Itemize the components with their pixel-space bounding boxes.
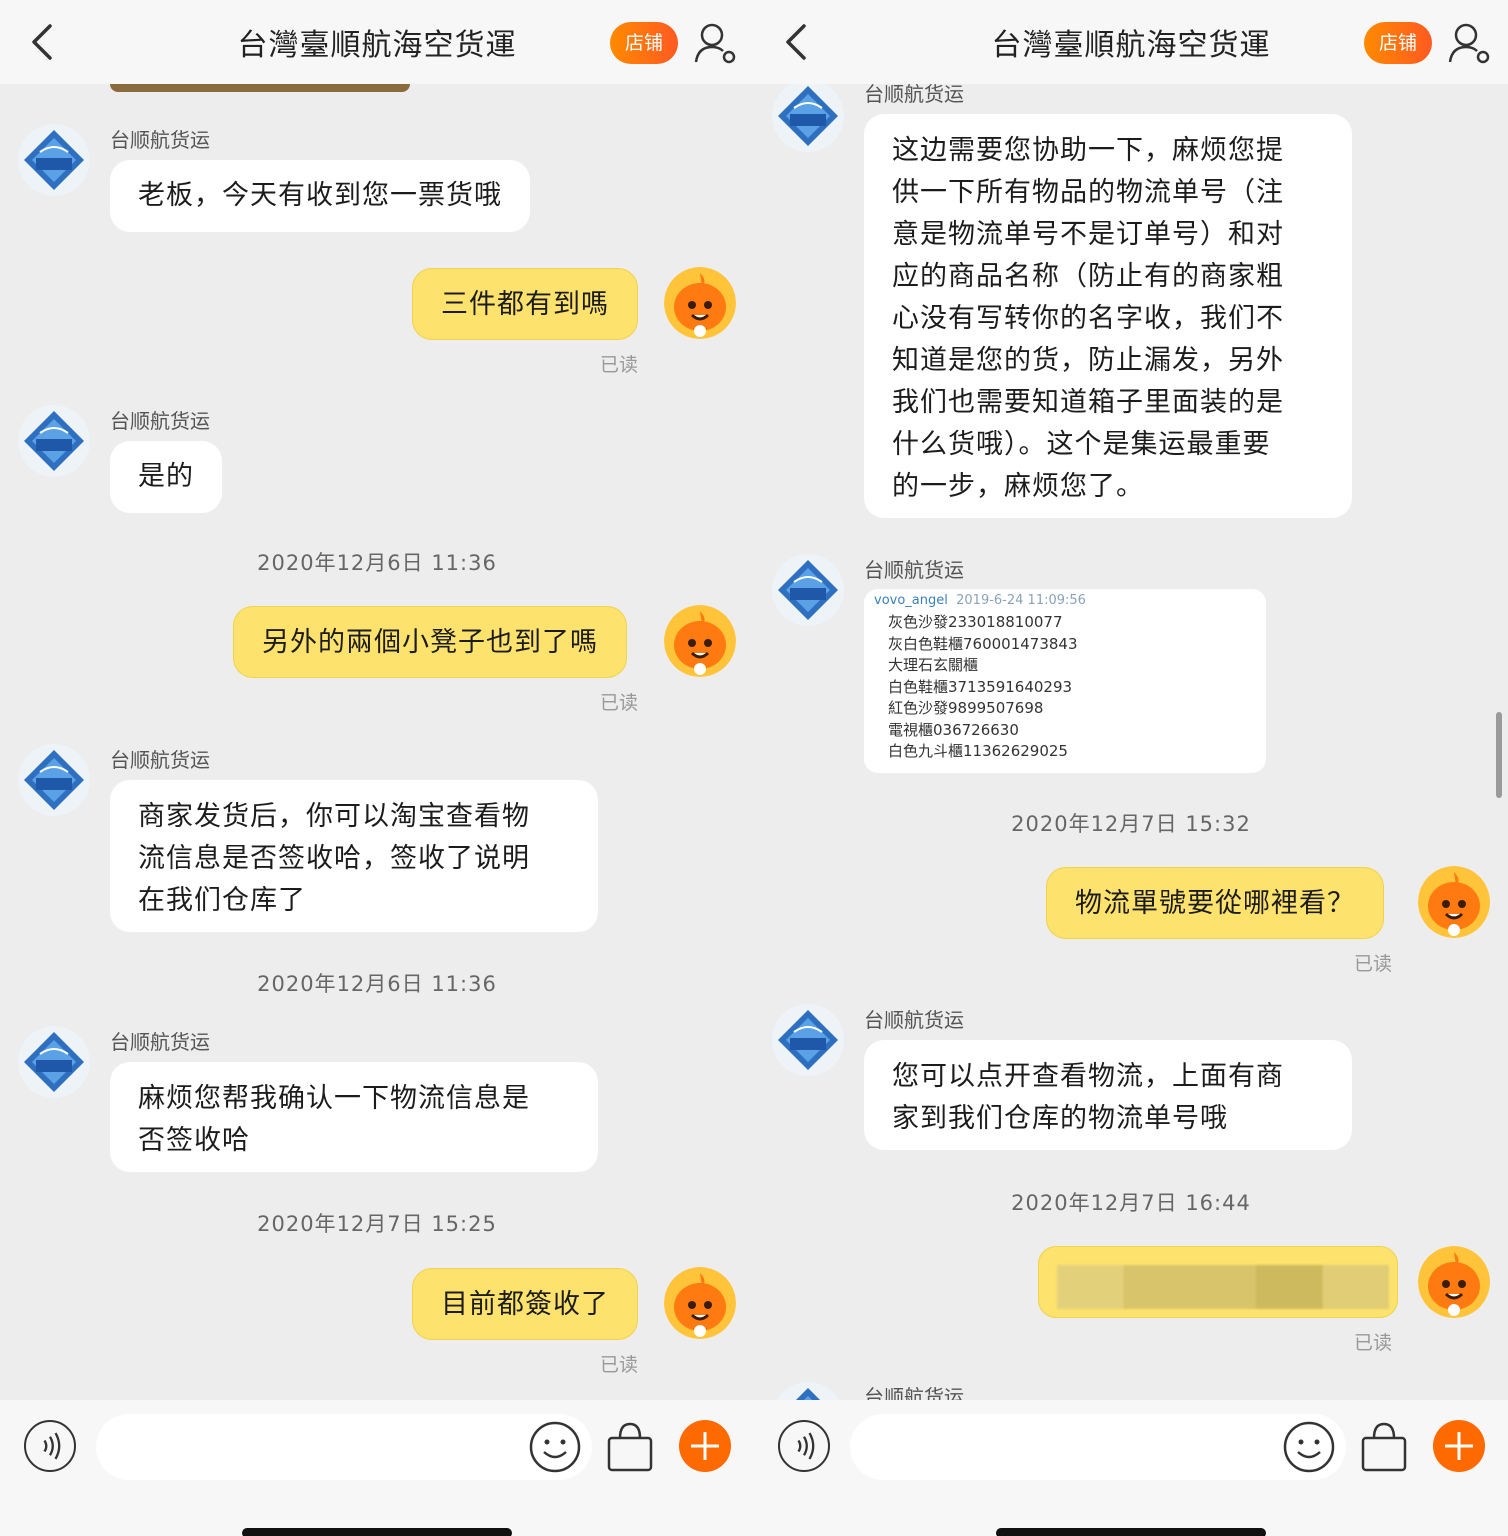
- mascot-avatar[interactable]: [1418, 866, 1490, 938]
- image-line: 灰色沙發233018810077: [888, 613, 1063, 631]
- header: 台灣臺順航海空货運 店铺: [0, 0, 754, 84]
- message-input[interactable]: [850, 1414, 1346, 1480]
- incoming-bubble[interactable]: 您可以点开查看物流，上面有商 家到我们仓库的物流单号哦: [864, 1040, 1352, 1150]
- sender-name: 台顺航货运: [864, 1385, 964, 1400]
- image-line: 白色九斗櫃11362629025: [888, 742, 1068, 760]
- message-list[interactable]: 台顺航货运 这边需要您协助一下，麻烦您提 供一下所有物品的物流单号（注 意是物流…: [754, 84, 1508, 1400]
- timestamp: 2020年12月6日 11:36: [257, 972, 497, 996]
- bag-icon[interactable]: [604, 1420, 656, 1474]
- plus-icon[interactable]: [679, 1420, 731, 1472]
- plus-icon[interactable]: [1433, 1420, 1485, 1472]
- read-status: 已读: [600, 692, 639, 714]
- sender-name: 台顺航货运: [864, 558, 964, 582]
- redacted-content: [1057, 1265, 1389, 1309]
- logo-avatar[interactable]: [772, 1382, 844, 1400]
- image-line: 白色鞋櫃3713591640293: [888, 677, 1073, 696]
- timestamp: 2020年12月7日 16:44: [1011, 1191, 1251, 1215]
- sender-name: 台顺航货运: [110, 748, 210, 772]
- image-line: 大理石玄關櫃: [888, 656, 979, 674]
- message-line: 这边需要您协助一下，麻烦您提: [892, 135, 1284, 166]
- image-message[interactable]: vovo_angel 2019-6-24 11:09:56 灰色沙發233018…: [864, 589, 1266, 773]
- input-bar: [0, 1400, 754, 1536]
- voice-icon[interactable]: [778, 1420, 830, 1472]
- incoming-bubble[interactable]: 这边需要您协助一下，麻烦您提 供一下所有物品的物流单号（注 意是物流单号不是订单…: [864, 114, 1352, 518]
- message-line: 心没有写转你的名字收，我们不: [892, 303, 1284, 334]
- read-status: 已读: [600, 1354, 639, 1376]
- timestamp: 2020年12月6日 11:36: [257, 551, 497, 575]
- message-list[interactable]: 台顺航货运 老板，今天有收到您一票货哦 三件都有到嗎 已读 台顺航货运 是的 2…: [0, 84, 754, 1400]
- header: 台灣臺順航海空货運 店铺: [754, 0, 1508, 84]
- incoming-bubble[interactable]: 麻烦您帮我确认一下物流信息是 否签收哈: [110, 1062, 598, 1172]
- image-line: 電視櫃036726630: [888, 720, 1019, 739]
- read-status: 已读: [600, 354, 639, 376]
- message-line: 意是物流单号不是订单号）和对: [892, 219, 1284, 250]
- blurred-outgoing-bubble[interactable]: [1038, 1246, 1398, 1318]
- message-line: 知道是您的货，防止漏发，另外: [892, 345, 1284, 376]
- read-status: 已读: [1354, 953, 1393, 975]
- message-line: 我们也需要知道箱子里面装的是: [892, 387, 1284, 418]
- read-status: 已读: [1354, 1332, 1393, 1354]
- message-line: 麻烦您帮我确认一下物流信息是: [138, 1083, 530, 1114]
- sender-name: 台顺航货运: [110, 409, 210, 433]
- message-line: 家到我们仓库的物流单号哦: [892, 1103, 1228, 1134]
- incoming-bubble[interactable]: 是的: [110, 441, 222, 513]
- outgoing-bubble[interactable]: 三件都有到嗎: [412, 268, 638, 340]
- shop-button[interactable]: 店铺: [1364, 22, 1432, 64]
- user-settings-icon[interactable]: [693, 20, 739, 66]
- sender-name: 台顺航货运: [864, 1008, 964, 1032]
- logo-avatar[interactable]: [772, 1004, 844, 1076]
- image-date: 2019-6-24 11:09:56: [956, 593, 1086, 608]
- mascot-avatar[interactable]: [664, 605, 736, 677]
- home-indicator: [996, 1528, 1266, 1536]
- input-bar: [754, 1400, 1508, 1536]
- scrollbar[interactable]: [1496, 712, 1502, 798]
- message-line: 在我们仓库了: [138, 885, 306, 916]
- timestamp: 2020年12月7日 15:25: [257, 1212, 497, 1236]
- image-line: 灰白色鞋櫃760001473843: [888, 634, 1078, 653]
- bag-icon[interactable]: [1358, 1420, 1410, 1474]
- logo-avatar[interactable]: [18, 405, 90, 477]
- message-line: 应的商品名称（防止有的商家粗: [892, 261, 1284, 292]
- sender-name: 台顺航货运: [864, 84, 964, 106]
- message-line: 流信息是否签收哈，签收了说明: [138, 843, 530, 874]
- image-line: 紅色沙發9899507698: [888, 699, 1044, 717]
- chat-panel-right: 台灣臺順航海空货運 店铺 台顺航货运 这边需要您协助一下，麻烦您提 供一下所有物…: [754, 0, 1508, 1536]
- message-line: 否签收哈: [138, 1125, 250, 1156]
- outgoing-bubble[interactable]: 另外的兩個小凳子也到了嗎: [233, 606, 627, 678]
- chat-panel-left: 台灣臺順航海空货運 店铺 台顺航货运 老板，今天有收到您一票货哦 三件都有到嗎 …: [0, 0, 754, 1536]
- incoming-bubble[interactable]: 商家发货后，你可以淘宝查看物 流信息是否签收哈，签收了说明 在我们仓库了: [110, 780, 598, 932]
- voice-icon[interactable]: [24, 1420, 76, 1472]
- message-line: 什么货哦）。这个是集运最重要: [892, 429, 1271, 460]
- image-meta: vovo_angel 2019-6-24 11:09:56: [864, 589, 1266, 612]
- message-line: 供一下所有物品的物流单号（注: [892, 177, 1284, 208]
- sender-name: 台顺航货运: [110, 128, 210, 152]
- user-settings-icon[interactable]: [1447, 20, 1493, 66]
- logo-avatar[interactable]: [18, 1026, 90, 1098]
- message-input[interactable]: [96, 1414, 592, 1480]
- emoji-icon[interactable]: [528, 1420, 582, 1474]
- mascot-avatar[interactable]: [1418, 1246, 1490, 1318]
- mascot-avatar[interactable]: [664, 1267, 736, 1339]
- outgoing-bubble[interactable]: 目前都簽收了: [412, 1268, 638, 1340]
- image-user: vovo_angel: [874, 593, 948, 608]
- logo-avatar[interactable]: [18, 744, 90, 816]
- outgoing-bubble[interactable]: 物流單號要從哪裡看？: [1046, 867, 1384, 939]
- message-line: 您可以点开查看物流，上面有商: [892, 1061, 1284, 1092]
- logo-avatar[interactable]: [772, 554, 844, 626]
- message-line: 的一步，麻烦您了。: [892, 471, 1144, 502]
- home-indicator: [242, 1528, 512, 1536]
- logo-avatar[interactable]: [772, 84, 844, 152]
- emoji-icon[interactable]: [1282, 1420, 1336, 1474]
- sender-name: 台顺航货运: [110, 1030, 210, 1054]
- logo-avatar[interactable]: [18, 124, 90, 196]
- mascot-avatar[interactable]: [664, 267, 736, 339]
- incoming-bubble[interactable]: 老板，今天有收到您一票货哦: [110, 160, 530, 232]
- timestamp: 2020年12月7日 15:32: [1011, 812, 1251, 836]
- image-message-partial[interactable]: [110, 84, 410, 92]
- shop-button[interactable]: 店铺: [610, 22, 678, 64]
- message-line: 商家发货后，你可以淘宝查看物: [138, 801, 530, 832]
